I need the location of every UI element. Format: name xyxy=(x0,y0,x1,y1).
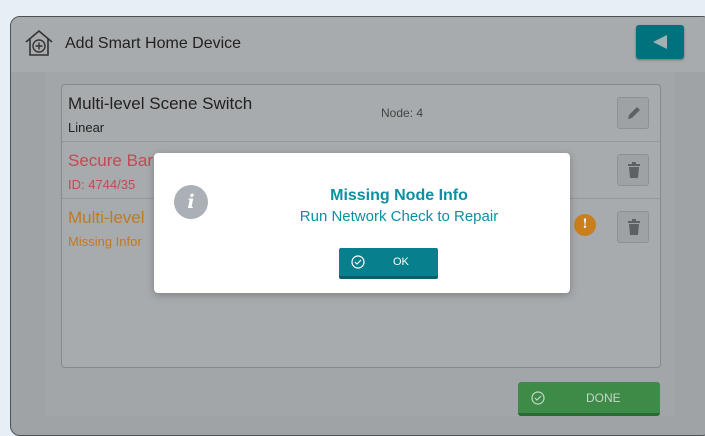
device-subtitle: ID: 4744/35 xyxy=(68,177,136,192)
home-add-icon xyxy=(23,27,55,59)
dialog-message: Run Network Check to Repair xyxy=(299,208,499,225)
device-name: Multi-level xyxy=(68,208,145,227)
device-subtitle: Missing Infor xyxy=(68,234,142,249)
delete-button[interactable] xyxy=(617,154,649,186)
info-icon: i xyxy=(174,185,208,219)
check-circle-icon xyxy=(351,255,365,269)
edit-button[interactable] xyxy=(617,97,649,129)
back-arrow-icon xyxy=(653,35,667,49)
done-button[interactable]: DONE xyxy=(518,382,660,416)
device-subtitle: Linear xyxy=(68,120,105,135)
device-name: Multi-level Scene Switch xyxy=(68,94,253,113)
ok-label: OK xyxy=(393,256,409,268)
ok-button[interactable]: OK xyxy=(339,248,438,279)
pencil-icon xyxy=(628,107,640,119)
page-title: Add Smart Home Device xyxy=(65,35,242,52)
back-button[interactable] xyxy=(636,25,684,59)
trash-icon xyxy=(628,162,640,178)
trash-icon xyxy=(628,219,640,235)
dialog-title: Missing Node Info xyxy=(330,187,468,204)
list-item[interactable]: Multi-level Scene Switch Linear Node: 4 xyxy=(62,85,660,142)
delete-button[interactable] xyxy=(617,211,649,243)
missing-node-dialog: i Missing Node Info Run Network Check to… xyxy=(154,153,570,293)
node-label: Node: 4 xyxy=(381,106,424,120)
done-label: DONE xyxy=(586,391,621,405)
title-bar: Add Smart Home Device xyxy=(11,17,705,72)
check-circle-icon xyxy=(531,391,545,405)
warning-icon[interactable]: ! xyxy=(574,214,596,236)
device-name: Secure Bar xyxy=(68,151,154,170)
